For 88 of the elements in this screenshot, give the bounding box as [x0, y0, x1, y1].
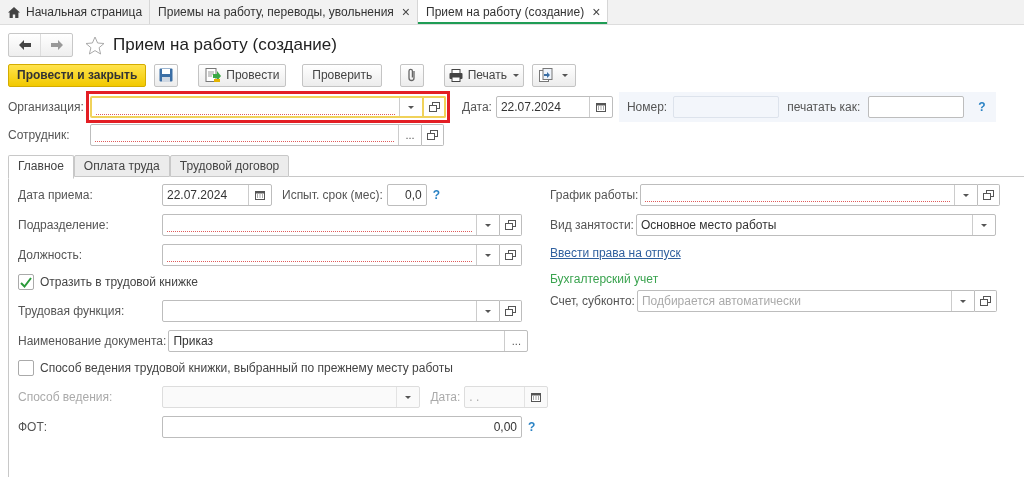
date-field[interactable]: 22.07.2024: [162, 184, 272, 206]
windows-icon: [427, 130, 438, 140]
windows-icon: [505, 306, 516, 316]
form-tab[interactable]: Трудовой договор: [169, 155, 290, 177]
input-field[interactable]: [868, 96, 965, 118]
caret-icon: [962, 192, 971, 198]
window-tab[interactable]: Начальная страница: [0, 0, 151, 24]
date-field[interactable]: 22.07.2024: [495, 96, 613, 118]
choice-button[interactable]: ...: [398, 125, 421, 145]
dropdown-field[interactable]: [162, 244, 500, 266]
field-label: Способ ведения:: [18, 390, 114, 404]
field-label: Дата приема:: [18, 188, 94, 202]
dropdown-field[interactable]: [162, 214, 500, 236]
form-tab[interactable]: Главное: [8, 155, 74, 179]
field-label: Номер:: [626, 100, 668, 114]
help-link[interactable]: ?: [528, 420, 536, 434]
caret-icon: [484, 252, 492, 258]
caret-icon: [980, 222, 988, 228]
section-heading: Бухгалтерский учет: [550, 272, 659, 286]
choice-button[interactable]: ...: [504, 331, 528, 351]
dropdown-field[interactable]: [90, 96, 424, 118]
checkbox[interactable]: [18, 360, 34, 376]
check-button[interactable]: Проверить: [302, 63, 383, 87]
windows-icon: [979, 296, 991, 306]
open-button[interactable]: [500, 214, 522, 236]
windows-icon: [505, 250, 516, 260]
calendar-icon: [531, 392, 541, 402]
print-button[interactable]: Печать: [444, 63, 525, 87]
save-icon: [159, 68, 174, 82]
caret-icon: [407, 104, 415, 110]
number-field[interactable]: 0,00: [162, 416, 522, 438]
caret-icon: [958, 298, 967, 304]
field-label: Трудовая функция:: [18, 304, 126, 318]
number-field[interactable]: 0,0: [386, 184, 427, 206]
field-label: Испыт. срок (мес):: [282, 188, 383, 202]
calendar-icon: [255, 190, 265, 200]
attach-button[interactable]: [400, 63, 425, 87]
calendar-icon: [595, 102, 606, 112]
document-icon: [205, 68, 222, 82]
form-title: Прием на работу (создание): [113, 35, 337, 55]
dropdown-field[interactable]: Основное место работы: [636, 214, 996, 236]
checkbox-label: Отразить в трудовой книжке: [40, 275, 198, 289]
open-button[interactable]: [424, 96, 446, 118]
field-label: Сотрудник:: [8, 128, 71, 142]
field-label: Дата:: [430, 390, 461, 404]
close-button[interactable]: ×: [592, 4, 601, 20]
form-tab[interactable]: Оплата труда: [73, 155, 170, 177]
checkbox[interactable]: [18, 274, 34, 290]
caret-icon: [404, 394, 413, 400]
input-field[interactable]: Приказ ...: [168, 330, 529, 352]
open-button[interactable]: [500, 300, 522, 322]
dropdown-field[interactable]: [162, 300, 500, 322]
post-and-close-button[interactable]: Провести и закрыть: [8, 63, 147, 87]
field-label: Наименование документа:: [18, 334, 168, 348]
input-field[interactable]: ...: [90, 124, 422, 146]
open-button[interactable]: [978, 184, 1001, 206]
post-button[interactable]: Провести: [198, 63, 287, 87]
field-label: Подразделение:: [18, 218, 110, 232]
field-label: Вид занятости:: [550, 218, 635, 232]
checkmark-icon: [20, 276, 32, 288]
field-label: Дата:: [462, 100, 492, 114]
open-button[interactable]: [500, 244, 522, 266]
field-label: Должность:: [18, 248, 84, 262]
windows-icon: [428, 102, 440, 112]
windows-icon: [983, 190, 995, 200]
star-icon[interactable]: [85, 35, 105, 55]
help-link[interactable]: ?: [978, 100, 986, 114]
field-label: печатать как:: [787, 100, 861, 114]
close-button[interactable]: ×: [401, 4, 411, 20]
link[interactable]: Ввести права на отпуск: [550, 246, 681, 260]
open-button[interactable]: [422, 124, 444, 146]
field-label: Организация:: [8, 100, 85, 114]
windows-icon: [505, 220, 516, 230]
window-tab[interactable]: Прием на работу (создание) ×: [418, 0, 609, 24]
dropdown-field[interactable]: [640, 184, 979, 206]
open-button[interactable]: [974, 290, 997, 312]
printer-icon: [448, 68, 463, 82]
save-button[interactable]: [154, 63, 179, 87]
caret-icon: [484, 222, 492, 228]
arrow-left-icon: [18, 40, 31, 50]
field-label: График работы:: [550, 188, 640, 202]
more-button[interactable]: [532, 63, 577, 87]
arrow-right-icon: [50, 40, 63, 50]
caret-icon: [484, 308, 492, 314]
field-label: Счет, субконто:: [550, 294, 636, 308]
field-label: ФОТ:: [18, 420, 49, 434]
checkbox-label: Способ ведения трудовой книжки, выбранный по прежнему месту работы: [40, 361, 453, 375]
help-link[interactable]: ?: [432, 188, 441, 202]
